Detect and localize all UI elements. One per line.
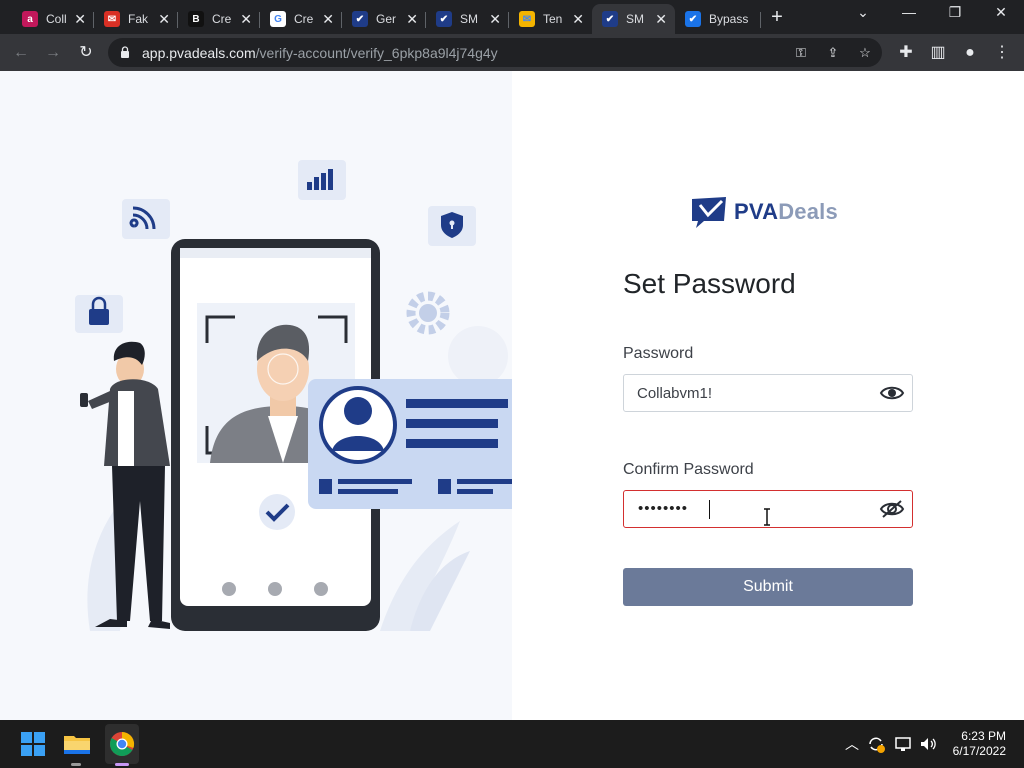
tab-close-icon[interactable]: ✕ (406, 11, 418, 27)
tab-search-icon[interactable]: ⌄ (851, 4, 875, 21)
tab-favicon-icon: a (22, 11, 38, 27)
confirm-password-masked-value: •••••••• (638, 500, 689, 517)
minimize-button[interactable]: — (897, 4, 921, 20)
text-caret (709, 500, 710, 519)
browser-tab[interactable]: G Cre ✕ (260, 4, 342, 34)
url-path: /verify-account/verify_6pkp8a9l4j74g4y (255, 45, 498, 61)
hide-password-eye-slash-icon[interactable] (879, 499, 905, 519)
bookmark-star-icon[interactable]: ☆ (856, 44, 874, 62)
tab-title: Cre (212, 12, 232, 26)
clock-date: 6/17/2022 (952, 744, 1006, 758)
browser-tab[interactable]: ✉ Fak ✕ (94, 4, 178, 34)
tab-close-icon[interactable]: ✕ (572, 11, 584, 27)
profile-icon[interactable]: ● (959, 42, 981, 64)
tab-title: Fak (128, 12, 148, 26)
browser-tab[interactable]: ✉ Ten ✕ (509, 4, 592, 34)
new-tab-button[interactable]: + (766, 6, 788, 28)
browser-tab[interactable]: a Coll ✕ (12, 4, 94, 34)
tab-title: SM (626, 12, 644, 26)
page-content: PVADeals Set Password Password Collabvm1… (0, 71, 1024, 720)
tab-favicon-icon: B (188, 11, 204, 27)
tab-close-icon[interactable]: ✕ (655, 11, 667, 27)
address-bar[interactable]: app.pvadeals.com/verify-account/verify_6… (108, 38, 882, 67)
tab-close-icon[interactable]: ✕ (74, 11, 86, 27)
pvadeals-logo-icon (692, 197, 726, 228)
volume-icon[interactable] (918, 734, 938, 754)
windows-start-icon[interactable] (17, 728, 49, 760)
logo-text: PVADeals (734, 199, 838, 225)
sync-warning-icon[interactable] (866, 734, 886, 754)
running-app-indicator (71, 763, 81, 766)
restore-button[interactable]: ❐ (943, 4, 967, 21)
url-host: app.pvadeals.com (142, 45, 256, 61)
tab-close-icon[interactable]: ✕ (240, 11, 252, 27)
taskbar-clock[interactable]: 6:23 PM 6/17/2022 (953, 729, 1006, 759)
share-icon[interactable]: ⇪ (824, 44, 842, 62)
text-cursor-icon (764, 508, 770, 526)
windows-taskbar: ︿ 6:23 PM 6/17/2022 (0, 720, 1024, 768)
menu-icon[interactable]: ⋮ (991, 42, 1013, 64)
tab-title: SM (460, 12, 478, 26)
tab-title: Cre (294, 12, 314, 26)
submit-button[interactable]: Submit (623, 568, 913, 606)
tab-close-icon[interactable]: ✕ (489, 11, 501, 27)
browser-tab[interactable]: ✔ SM ✕ (592, 4, 675, 34)
logo-text-pva: PVA (734, 199, 779, 224)
browser-tab[interactable]: B Cre ✕ (178, 4, 260, 34)
tab-favicon-icon: ✔ (352, 11, 368, 27)
tab-title: Ten (543, 12, 563, 26)
browser-toolbar: ← → ↻ app.pvadeals.com/verify-account/ve… (0, 34, 1024, 71)
tab-title: Bypass (709, 12, 749, 26)
browser-tab[interactable]: ✔Bypass✕ (675, 4, 761, 34)
lock-icon (121, 46, 129, 58)
reload-button[interactable]: ↻ (75, 42, 97, 64)
active-app-indicator (115, 763, 129, 766)
tab-title: Coll (46, 12, 66, 26)
password-field[interactable]: Collabvm1! (623, 374, 913, 412)
side-panel-icon[interactable]: ▥ (927, 42, 949, 64)
page-title: Set Password (623, 268, 796, 299)
show-password-eye-icon[interactable] (879, 383, 905, 403)
key-icon[interactable]: ⚿ (792, 44, 810, 62)
clock-time: 6:23 PM (961, 729, 1006, 743)
tab-favicon-icon: ✉ (104, 11, 120, 27)
extensions-icon[interactable]: ✚ (895, 42, 917, 64)
confirm-password-label: Confirm Password (623, 461, 754, 478)
illustration-panel (0, 71, 528, 720)
close-window-button[interactable]: ✕ (989, 4, 1013, 21)
tab-favicon-icon: ✔ (602, 11, 618, 27)
tab-strip: a Coll ✕ ✉ Fak ✕ B Cre ✕ G Cre ✕ ✔ Ger ✕ ✔ SM ✕ ✉ Ten ✕ ✔ SM ✕ ✔… (0, 0, 1024, 34)
password-value: Collabvm1! (637, 385, 713, 402)
tray-overflow-chevron-icon[interactable]: ︿ (845, 734, 859, 754)
back-button[interactable]: ← (10, 42, 32, 64)
pvadeals-logo: PVADeals (690, 195, 838, 229)
password-label: Password (623, 345, 694, 362)
identity-verification-illustration (75, 160, 528, 631)
tab-favicon-icon: ✔ (436, 11, 452, 27)
tab-close-icon[interactable]: ✕ (158, 11, 170, 27)
tab-title: Ger (376, 12, 396, 26)
network-icon[interactable] (893, 734, 913, 754)
browser-tab[interactable]: ✔ Ger ✕ (342, 4, 426, 34)
logo-text-deals: Deals (778, 199, 838, 224)
tab-favicon-icon: ✔ (685, 11, 701, 27)
forward-button[interactable]: → (42, 42, 64, 64)
tab-separator (760, 12, 761, 28)
tab-favicon-icon: ✉ (519, 11, 535, 27)
tab-close-icon[interactable]: ✕ (322, 11, 334, 27)
file-explorer-icon[interactable] (61, 728, 93, 760)
browser-tab[interactable]: ✔ SM ✕ (426, 4, 509, 34)
chrome-icon[interactable] (106, 728, 138, 760)
tab-favicon-icon: G (270, 11, 286, 27)
url-text: app.pvadeals.com/verify-account/verify_6… (142, 45, 498, 61)
